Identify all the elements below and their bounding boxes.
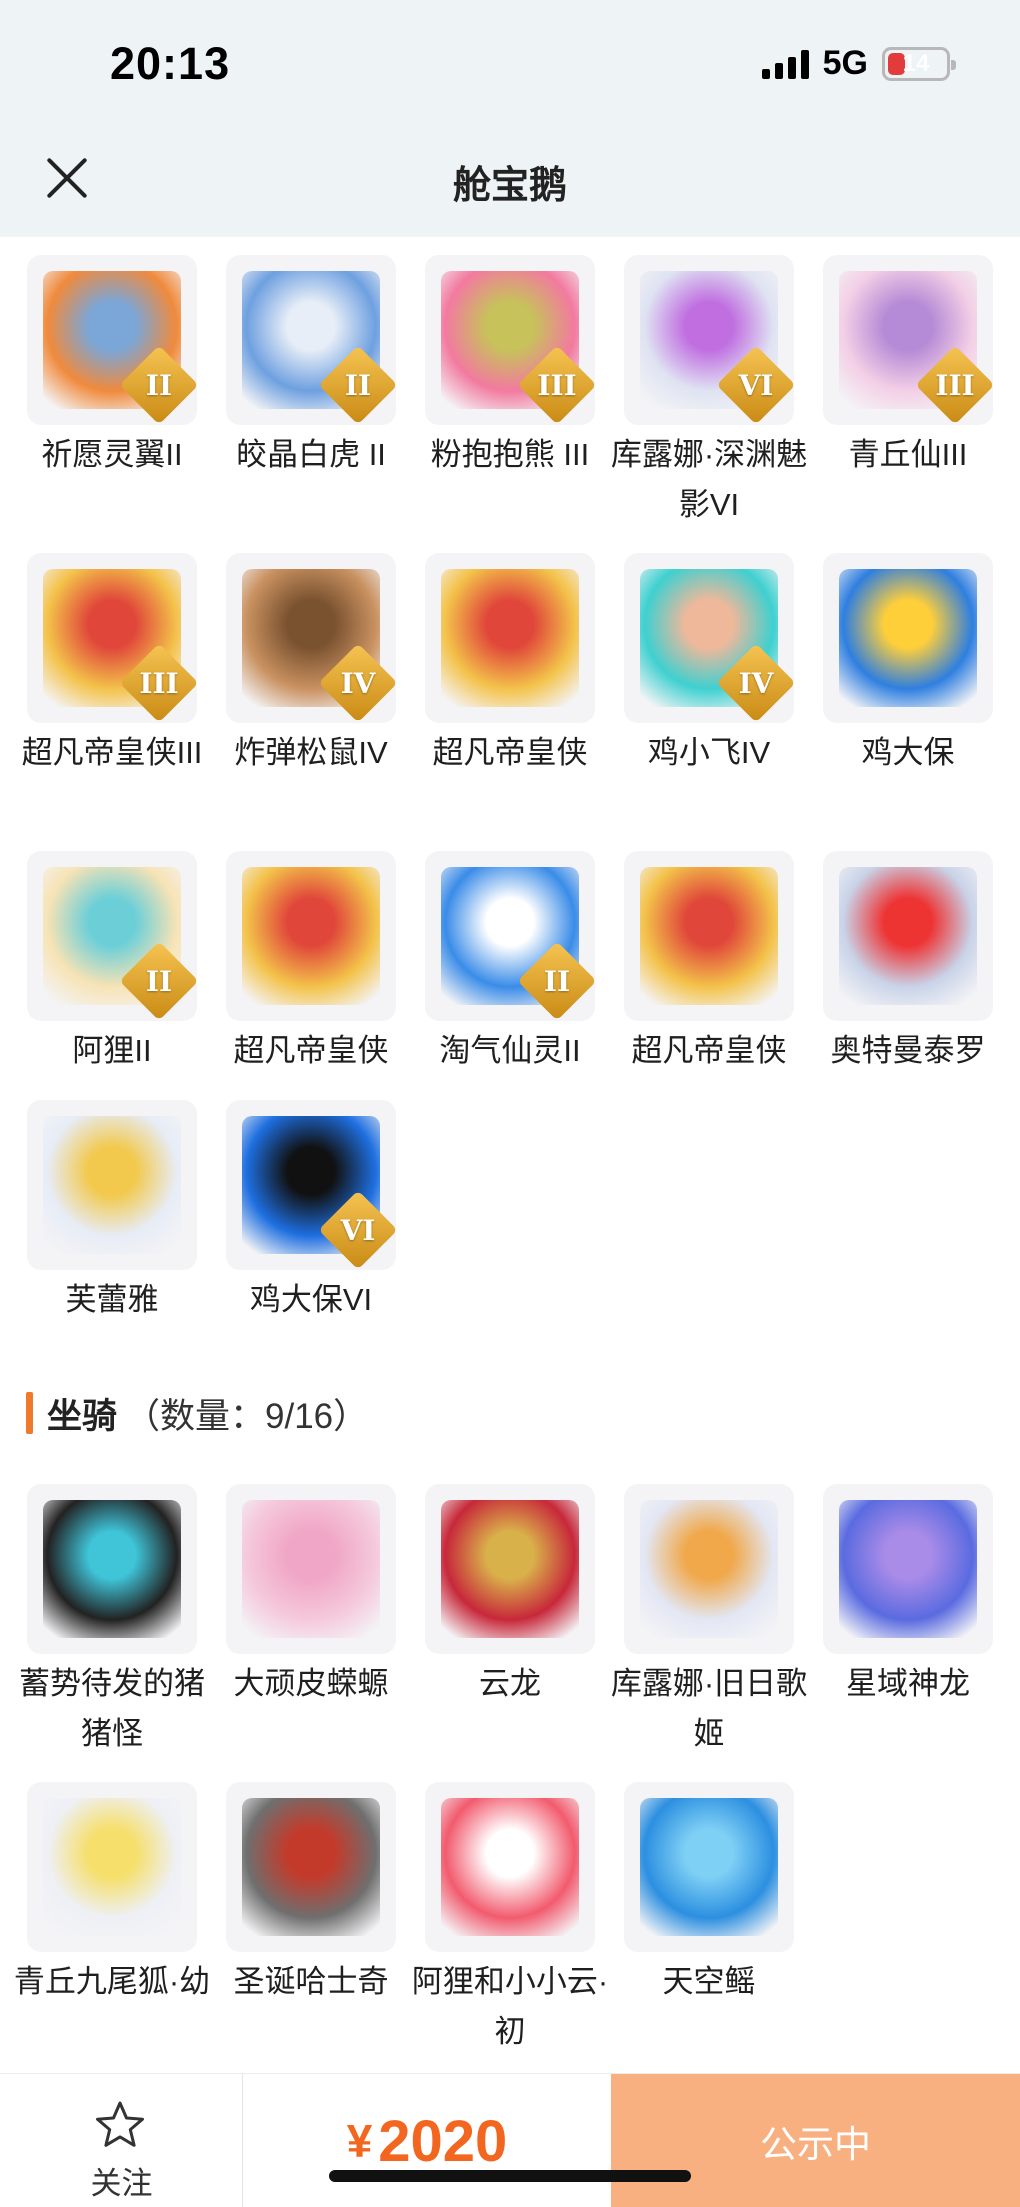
pet-card[interactable]: III	[823, 255, 993, 425]
pet-card[interactable]: IV	[226, 553, 396, 723]
pet-card[interactable]: IV	[624, 553, 794, 723]
pet-name: 库露娜·深渊魅影VI	[610, 437, 808, 522]
pet-card[interactable]	[226, 851, 396, 1021]
rank-badge-label: II	[344, 368, 372, 402]
mounts-section-header: 坐骑 （数量：9/16）	[26, 1390, 368, 1436]
manta-icon	[640, 1798, 778, 1936]
pet-name: 粉抱抱熊 III	[430, 437, 590, 472]
pet-card[interactable]: III	[425, 255, 595, 425]
goddess-icon	[43, 1116, 181, 1254]
pet-card[interactable]: III	[27, 553, 197, 723]
pet-name: 超凡帝皇侠	[233, 1033, 389, 1068]
follow-button[interactable]: 关注	[0, 2074, 243, 2207]
pig-icon	[43, 1500, 181, 1638]
mount-card[interactable]	[624, 1782, 794, 1952]
status-time: 20:13	[110, 38, 231, 89]
status-icons: 5G 14	[761, 44, 956, 83]
pet-card[interactable]: II	[27, 255, 197, 425]
pet-name: 超凡帝皇侠III	[21, 735, 203, 770]
knight-icon	[242, 867, 380, 1005]
mount-card[interactable]	[27, 1782, 197, 1952]
pet-card[interactable]: II	[425, 851, 595, 1021]
mount-name: 蓄势待发的猪猪怪	[19, 1666, 205, 1751]
pet-card[interactable]	[624, 851, 794, 1021]
pet-name: 祈愿灵翼II	[41, 437, 183, 472]
pet-name: 炸弹松鼠IV	[234, 735, 388, 770]
nine-tail-fox-icon	[43, 1798, 181, 1936]
dragon-icon	[441, 1500, 579, 1638]
pet-name: 鸡小飞IV	[647, 735, 771, 770]
section-accent-bar	[26, 1392, 33, 1434]
pet-name: 皎晶白虎 II	[236, 437, 386, 472]
rank-badge-label: VI	[738, 368, 774, 402]
pet-card[interactable]: II	[27, 851, 197, 1021]
network-type: 5G	[822, 44, 868, 82]
pet-name: 阿狸II	[72, 1033, 152, 1068]
signal-icon	[761, 49, 809, 79]
mount-name: 云龙	[479, 1666, 541, 1701]
mount-card[interactable]	[425, 1484, 595, 1654]
mount-name: 青丘九尾狐·幼	[13, 1964, 211, 1999]
pet-name: 超凡帝皇侠	[432, 735, 588, 770]
rank-badge-label: II	[145, 964, 173, 998]
status-button[interactable]: 公示中	[611, 2074, 1020, 2207]
battery-level: 14	[902, 49, 930, 77]
currency-symbol: ¥	[346, 2115, 373, 2167]
battery-icon: 14	[882, 46, 956, 81]
mount-name: 星域神龙	[846, 1666, 970, 1701]
pet-name: 鸡大保	[861, 735, 955, 770]
pet-card[interactable]	[425, 553, 595, 723]
rank-badge-label: IV	[340, 666, 376, 700]
rank-badge-label: III	[935, 368, 975, 402]
mount-name: 大顽皮蝾螈	[233, 1666, 389, 1701]
mount-name: 阿狸和小小云·初	[411, 1964, 609, 2049]
rank-badge-label: III	[537, 368, 577, 402]
knight-icon	[441, 569, 579, 707]
mount-card[interactable]	[27, 1484, 197, 1654]
salamander-icon	[242, 1500, 380, 1638]
mount-card[interactable]	[425, 1782, 595, 1952]
rank-badge-label: II	[543, 964, 571, 998]
pet-name: 超凡帝皇侠	[631, 1033, 787, 1068]
cloud-fox-icon	[441, 1798, 579, 1936]
rank-badge-label: IV	[738, 666, 774, 700]
rank-badge-label: II	[145, 368, 173, 402]
pet-card[interactable]: II	[226, 255, 396, 425]
knight-icon	[640, 867, 778, 1005]
pet-card[interactable]	[823, 553, 993, 723]
fairy-icon	[640, 1500, 778, 1638]
pet-card[interactable]	[27, 1100, 197, 1270]
mount-name: 库露娜·旧日歌姬	[610, 1666, 808, 1751]
mount-card[interactable]	[624, 1484, 794, 1654]
pet-name: 芙蕾雅	[65, 1282, 159, 1317]
pet-card[interactable]	[823, 851, 993, 1021]
mount-name: 圣诞哈士奇	[233, 1964, 389, 1999]
husky-icon	[242, 1798, 380, 1936]
pet-name: 淘气仙灵II	[439, 1033, 581, 1068]
pet-name: 青丘仙III	[848, 437, 968, 472]
section-count: （数量：9/16）	[125, 1396, 369, 1436]
home-indicator	[329, 2170, 691, 2182]
header: 20:13 5G 14 舱宝鹅	[0, 0, 1020, 237]
follow-label: 关注	[90, 2166, 153, 2201]
mount-card[interactable]	[226, 1782, 396, 1952]
star-icon	[96, 2101, 144, 2147]
mount-name: 天空鳐	[662, 1964, 756, 1999]
price-value: 2020	[378, 2108, 508, 2174]
rank-badge-label: III	[139, 666, 179, 700]
pet-name: 鸡大保VI	[249, 1282, 373, 1317]
mount-card[interactable]	[823, 1484, 993, 1654]
bottom-bar: 关注 ¥ 2020 公示中	[0, 2073, 1020, 2207]
rank-badge-label: VI	[340, 1213, 376, 1247]
pet-card[interactable]: VI	[624, 255, 794, 425]
ultraman-icon	[839, 867, 977, 1005]
section-title: 坐骑	[47, 1396, 118, 1436]
space-dragon-icon	[839, 1500, 977, 1638]
pet-name: 奥特曼泰罗	[830, 1033, 986, 1068]
page-title: 舱宝鹅	[452, 165, 567, 207]
mount-card[interactable]	[226, 1484, 396, 1654]
pet-card[interactable]: VI	[226, 1100, 396, 1270]
bird-icon	[839, 569, 977, 707]
price: ¥ 2020	[243, 2074, 611, 2207]
